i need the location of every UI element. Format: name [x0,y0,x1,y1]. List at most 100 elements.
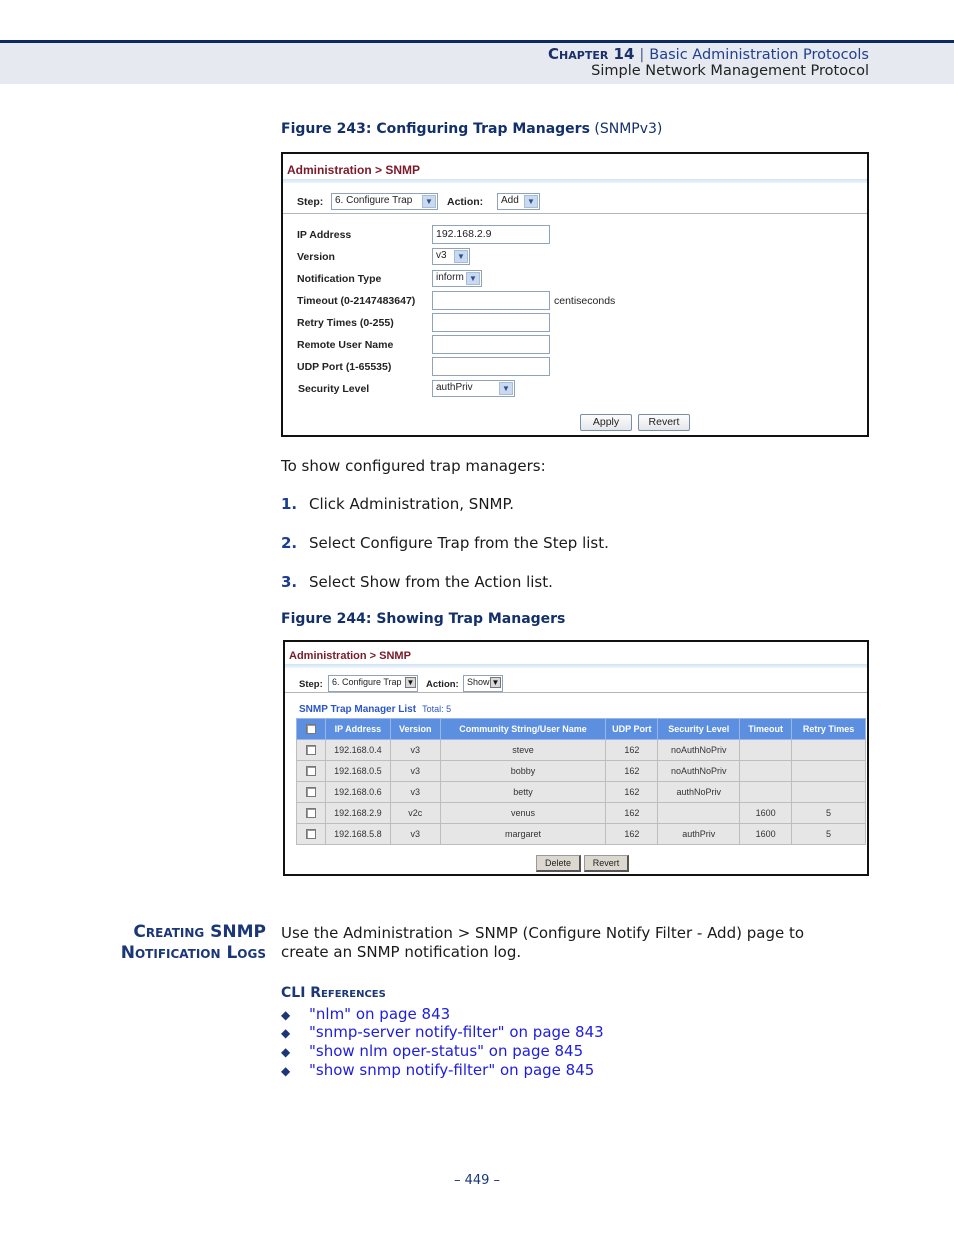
ip-address-cell: 192.168.5.8 [324,823,391,845]
notification-type-select-value: inform [436,272,464,283]
udp-port-cell: 162 [605,823,659,845]
security-level-select[interactable]: authPriv ▼ [432,380,515,397]
delete-button[interactable]: Delete [536,855,581,872]
column-header: Security Level [657,718,741,740]
figure-243-screenshot: Administration > SNMP Step: 6. Configure… [281,152,869,437]
ip-address-input[interactable]: 192.168.2.9 [432,225,550,244]
row-checkbox-cell[interactable] [296,802,326,824]
cli-reference-item: ◆ "show nlm oper-status" on page 845 [281,1042,583,1060]
cli-reference-link[interactable]: "nlm" on page 843 [309,1005,450,1023]
udp-port-cell: 162 [605,781,659,803]
remote-user-name-input[interactable] [432,335,550,354]
row-checkbox[interactable] [305,745,316,756]
community-user-cell: margaret [439,823,607,845]
chevron-down-icon: ▼ [466,272,480,285]
diamond-bullet-icon: ◆ [281,1026,291,1040]
header-separator: | [639,47,645,63]
cli-reference-link[interactable]: "snmp-server notify-filter" on page 843 [309,1023,604,1041]
remote-user-name-label: Remote User Name [297,339,394,351]
step-select[interactable]: 6. Configure Trap ▼ [331,193,438,210]
timeout-input[interactable] [432,291,550,310]
column-header: IP Address [324,718,391,740]
security-level-label: Security Level [298,383,370,395]
trap-manager-table: IP Address Version Community String/User… [296,718,866,845]
page-number: – 449 – [453,1173,501,1188]
breadcrumb-rule [283,179,867,183]
step-text: Click Administration, SNMP. [309,495,514,513]
cli-reference-link[interactable]: "show nlm oper-status" on page 845 [309,1042,583,1060]
step-select-value: 6. Configure Trap [335,195,413,206]
section-heading-line1: Creating SNMP [133,922,266,942]
cli-reference-item: ◆ "snmp-server notify-filter" on page 843 [281,1023,604,1041]
udp-port-input[interactable] [432,357,550,376]
row-checkbox-cell[interactable] [296,781,326,803]
step-number: 3. [281,573,298,591]
row-checkbox[interactable] [305,808,316,819]
revert-button[interactable]: Revert [584,855,629,872]
chevron-down-icon: ▼ [524,195,538,208]
table-row: 192.168.0.5 v3 bobby 162 noAuthNoPriv [296,760,866,782]
step-item: 1. Click Administration, SNMP. [281,495,514,513]
table-row: 192.168.0.4 v3 steve 162 noAuthNoPriv [296,739,866,761]
retry-times-input[interactable] [432,313,550,332]
cli-references-heading: CLI References [281,985,386,1001]
figure-243-caption-suffix: (SNMPv3) [589,121,663,137]
breadcrumb: Administration > SNMP [289,650,411,662]
apply-button[interactable]: Apply [580,414,632,431]
ip-address-cell: 192.168.0.5 [324,760,391,782]
figure-244-caption: Figure 244: Showing Trap Managers [281,611,566,627]
step-text: Select Configure Trap from the Step list… [309,534,609,552]
cli-reference-link[interactable]: "show snmp notify-filter" on page 845 [309,1061,594,1079]
retry-times-label: Retry Times (0-255) [297,317,394,329]
section-heading: Creating SNMP Notification Logs [121,922,266,964]
version-label: Version [297,251,335,263]
security-level-cell: noAuthNoPriv [657,760,741,782]
security-level-cell [657,802,741,824]
community-user-cell: betty [439,781,607,803]
version-cell: v2c [389,802,441,824]
udp-port-label: UDP Port (1-65535) [297,361,392,373]
cli-reference-item: ◆ "show snmp notify-filter" on page 845 [281,1061,594,1079]
version-cell: v3 [389,739,441,761]
action-label: Action: [426,679,459,690]
step-select[interactable]: 6. Configure Trap ▼ [328,675,418,692]
column-header: Community String/User Name [439,718,607,740]
divider [283,213,867,214]
action-select[interactable]: Show ▼ [463,675,503,692]
action-select[interactable]: Add ▼ [497,193,540,210]
cli-reference-item: ◆ "nlm" on page 843 [281,1005,450,1023]
step-text: Select Show from the Action list. [309,573,553,591]
figure-243-caption-bold: Figure 243: Configuring Trap Managers [281,121,590,137]
row-checkbox[interactable] [305,766,316,777]
chevron-down-icon: ▼ [499,382,513,395]
community-user-cell: venus [439,802,607,824]
row-checkbox[interactable] [305,787,316,798]
column-header: Timeout [739,718,793,740]
row-checkbox[interactable] [305,829,316,840]
timeout-cell: 1600 [739,802,793,824]
revert-button[interactable]: Revert [638,414,690,431]
security-level-cell: authNoPriv [657,781,741,803]
chevron-down-icon: ▼ [422,195,436,208]
step-item: 2. Select Configure Trap from the Step li… [281,534,609,552]
row-checkbox-cell[interactable] [296,823,326,845]
list-total: Total: 5 [422,704,452,714]
table-header-row: IP Address Version Community String/User… [296,718,866,740]
version-select[interactable]: v3 ▼ [432,248,470,265]
table-row: 192.168.2.9 v2c venus 162 1600 5 [296,802,866,824]
timeout-cell [739,739,793,761]
chevron-down-icon: ▼ [405,677,416,688]
select-all-checkbox[interactable] [305,724,316,735]
select-all-checkbox-header[interactable] [296,718,326,740]
step-label: Step: [299,679,323,690]
table-row: 192.168.5.8 v3 margaret 162 authPriv 160… [296,823,866,845]
row-checkbox-cell[interactable] [296,739,326,761]
notification-type-select[interactable]: inform ▼ [432,270,482,287]
community-user-cell: bobby [439,760,607,782]
retry-times-cell: 5 [791,823,866,845]
version-cell: v3 [389,781,441,803]
security-level-cell: noAuthNoPriv [657,739,741,761]
row-checkbox-cell[interactable] [296,760,326,782]
ip-address-cell: 192.168.0.4 [324,739,391,761]
udp-port-cell: 162 [605,739,659,761]
